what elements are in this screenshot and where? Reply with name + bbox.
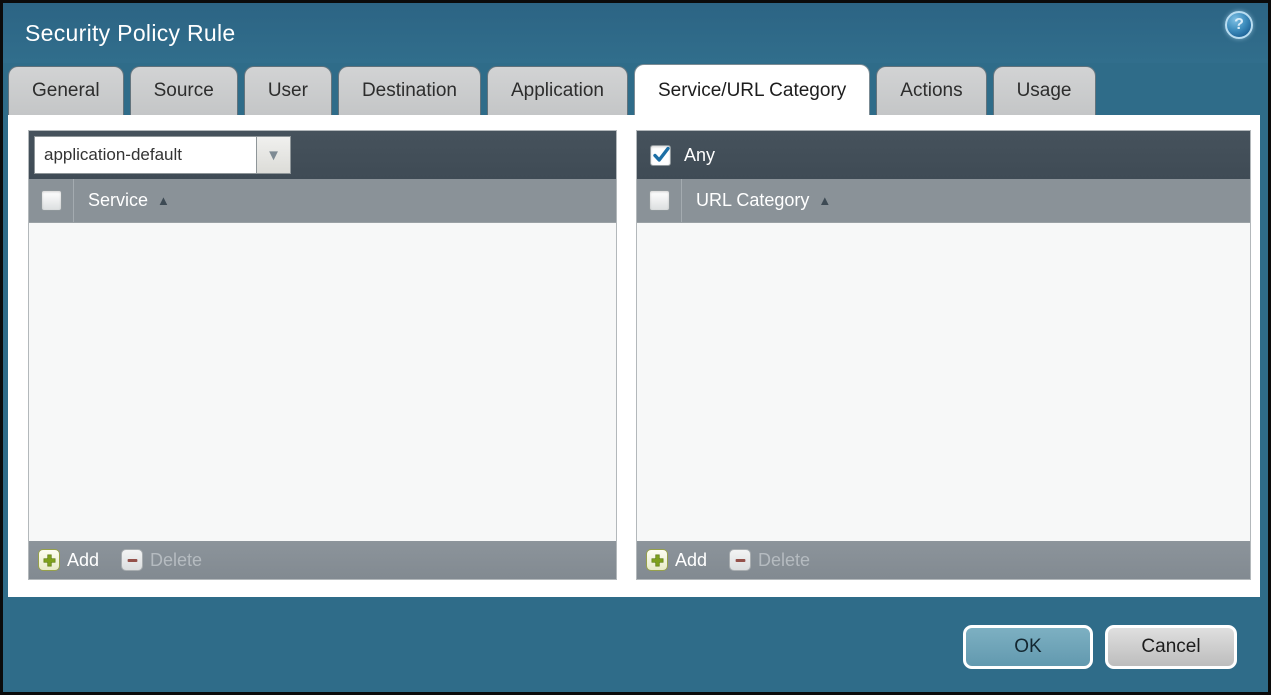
dialog-content: application-default ▼ Service ▲ Add Dele… [8, 115, 1260, 597]
tab-general[interactable]: General [8, 66, 124, 115]
help-icon[interactable]: ? [1225, 11, 1253, 39]
cancel-button[interactable]: Cancel [1105, 625, 1237, 669]
url-category-select-all-cell [637, 179, 682, 222]
service-footer: Add Delete [29, 541, 616, 579]
tab-source[interactable]: Source [129, 66, 238, 115]
url-category-footer: Add Delete [637, 541, 1250, 579]
any-checkbox[interactable] [650, 144, 671, 166]
url-category-delete-button[interactable]: Delete [729, 549, 810, 571]
minus-icon [121, 549, 144, 571]
tab-application[interactable]: Application [487, 66, 628, 115]
add-label: Add [67, 549, 100, 570]
url-category-table-header: URL Category ▲ [637, 179, 1250, 223]
sort-asc-icon[interactable]: ▲ [157, 193, 170, 208]
delete-label: Delete [758, 549, 811, 570]
service-list-body [29, 223, 616, 541]
service-topbar: application-default ▼ [29, 131, 616, 179]
service-select-all-checkbox[interactable] [40, 190, 62, 211]
check-icon [652, 146, 670, 162]
service-type-dropdown-value[interactable]: application-default [34, 136, 256, 174]
delete-label: Delete [150, 549, 203, 570]
url-category-select-all-checkbox[interactable] [648, 190, 670, 211]
help-glyph: ? [1234, 16, 1244, 33]
url-category-panel: Any URL Category ▲ Add Delete [636, 130, 1251, 580]
tab-bar: General Source User Destination Applicat… [8, 64, 1096, 115]
service-select-all-cell [29, 179, 74, 222]
ok-button[interactable]: OK [963, 625, 1093, 669]
url-category-list-body [637, 223, 1250, 541]
plus-icon [646, 549, 668, 571]
plus-icon [38, 549, 60, 571]
chevron-down-icon: ▼ [266, 146, 281, 164]
tab-destination[interactable]: Destination [337, 66, 481, 115]
tab-user[interactable]: User [243, 66, 332, 115]
tab-service-url-category[interactable]: Service/URL Category [633, 64, 871, 115]
dropdown-arrow-button[interactable]: ▼ [256, 136, 291, 174]
service-add-button[interactable]: Add [38, 549, 99, 571]
any-label: Any [684, 144, 716, 165]
url-category-any-bar: Any [637, 131, 1250, 179]
service-panel: application-default ▼ Service ▲ Add Dele… [28, 130, 617, 580]
minus-icon [729, 549, 752, 571]
sort-asc-icon[interactable]: ▲ [818, 193, 831, 208]
tab-usage[interactable]: Usage [992, 66, 1096, 115]
tab-actions[interactable]: Actions [876, 66, 987, 115]
dialog-titlebar: Security Policy Rule [0, 3, 1271, 63]
dialog-title: Security Policy Rule [25, 19, 236, 46]
service-delete-button[interactable]: Delete [121, 549, 202, 571]
service-column-label: Service [88, 190, 149, 210]
add-label: Add [675, 549, 708, 570]
url-category-add-button[interactable]: Add [646, 549, 707, 571]
service-table-header: Service ▲ [29, 179, 616, 223]
service-type-dropdown[interactable]: application-default ▼ [34, 136, 291, 174]
url-category-column-label: URL Category [696, 190, 810, 210]
